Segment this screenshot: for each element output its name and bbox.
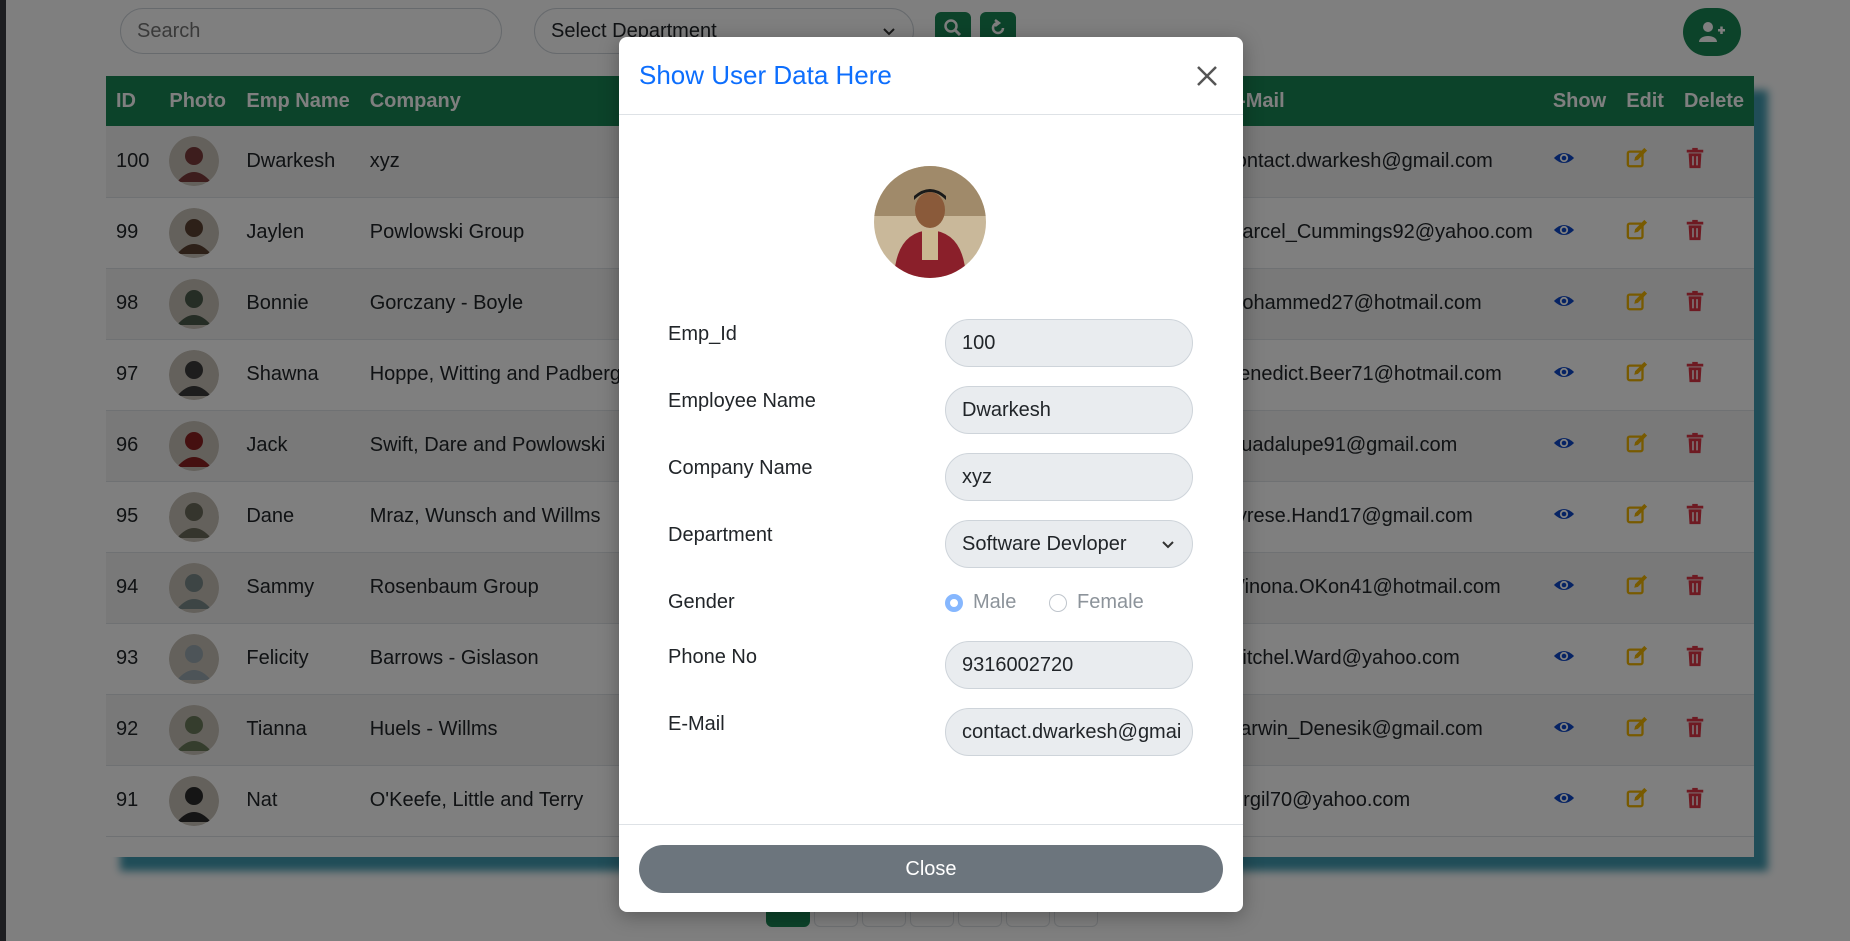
department-label: Department	[668, 524, 773, 546]
email-label: E-Mail	[668, 713, 725, 735]
modal-footer: Close	[619, 824, 1243, 912]
emp-id-label: Emp_Id	[668, 323, 737, 345]
emp-id-field[interactable]: 100	[945, 319, 1193, 367]
phone-label: Phone No	[668, 646, 757, 668]
gender-male-radio[interactable]: Male	[945, 591, 1016, 614]
modal-title: Show User Data Here	[639, 60, 892, 90]
email-field[interactable]: contact.dwarkesh@gmai	[945, 708, 1193, 756]
gender-female-label: Female	[1077, 591, 1144, 613]
company-name-field[interactable]: xyz	[945, 453, 1193, 501]
company-name-label: Company Name	[668, 457, 813, 479]
close-icon[interactable]	[1191, 60, 1223, 92]
department-value: Software Devloper	[962, 532, 1127, 555]
user-avatar	[874, 166, 986, 278]
gender-female-radio[interactable]: Female	[1049, 591, 1144, 614]
department-field[interactable]: Software Devloper	[945, 520, 1193, 568]
gender-label: Gender	[668, 591, 735, 613]
modal-header: Show User Data Here	[619, 37, 1243, 115]
chevron-down-icon	[1162, 541, 1174, 549]
gender-male-label: Male	[973, 591, 1017, 613]
radio-unchecked-icon	[1049, 593, 1067, 612]
user-detail-modal: Show User Data Here Emp_Id 100 Employee …	[619, 37, 1243, 912]
close-button[interactable]: Close	[639, 845, 1223, 893]
employee-name-label: Employee Name	[668, 390, 816, 412]
employee-name-field[interactable]: Dwarkesh	[945, 386, 1193, 434]
radio-checked-icon	[945, 593, 963, 612]
phone-field[interactable]: 9316002720	[945, 641, 1193, 689]
